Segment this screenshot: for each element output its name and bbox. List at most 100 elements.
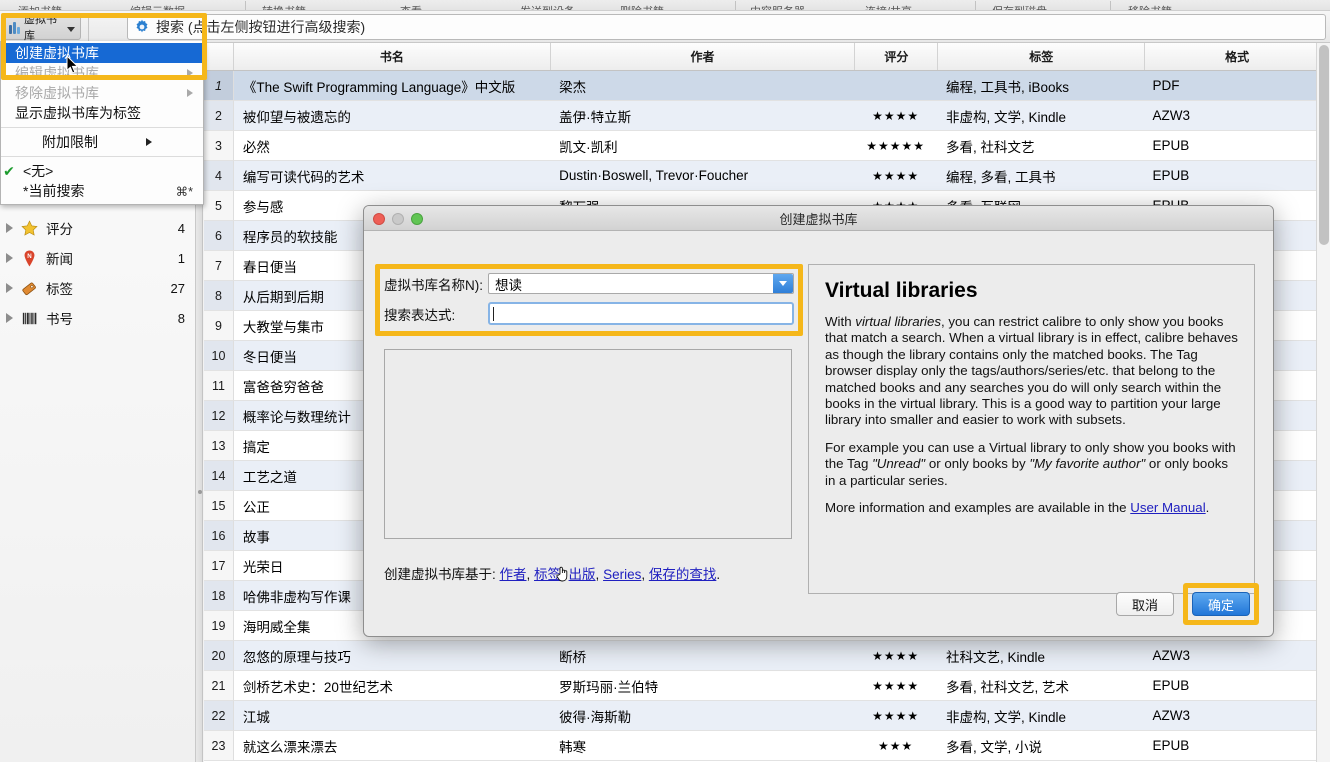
- column-header-title[interactable]: 书名: [234, 43, 551, 70]
- cell-format: EPUB: [1143, 671, 1328, 701]
- toolbar-button-1[interactable]: 编辑元数据: [130, 3, 185, 10]
- menu-item-additional-restriction[interactable]: 附加限制: [1, 132, 203, 152]
- table-row[interactable]: 2 被仰望与被遗忘的 盖伊·特立斯 ★★★★ 非虚构, 文学, Kindle AZW3: [204, 101, 1330, 131]
- search-input[interactable]: 搜索 (点击左侧按钮进行高级搜索): [127, 14, 1326, 40]
- news-pin-icon: N: [24, 250, 35, 266]
- vl-name-combobox[interactable]: 想读: [488, 273, 794, 294]
- column-header-index[interactable]: [204, 43, 234, 70]
- scrollbar-thumb[interactable]: [1319, 45, 1329, 245]
- row-index: 23: [204, 731, 234, 761]
- cell-author: 断桥: [550, 641, 855, 671]
- cell-rating: ★★★★: [854, 161, 938, 191]
- row-index: 8: [204, 281, 234, 311]
- menu-item-current-search[interactable]: *当前搜索 ⌘*: [1, 181, 203, 201]
- splitter-grip[interactable]: [198, 490, 202, 494]
- menu-item-show-vl-as-tabs[interactable]: 显示虚拟书库为标签: [1, 103, 203, 123]
- close-icon[interactable]: [373, 213, 385, 225]
- row-index: 16: [204, 521, 234, 551]
- main-toolbar-sliver: 添加书籍 编辑元数据 转换书籍 查看 发送到设备 删除书籍 内容服务器 连接/共…: [0, 0, 1330, 11]
- info-paragraph-1: With virtual libraries, you can restrict…: [825, 314, 1238, 428]
- sidebar-count-ratings: 4: [177, 220, 185, 236]
- search-expression-label: 搜索表达式:: [384, 307, 456, 323]
- cell-title: 剑桥艺术史：20世纪艺术: [233, 671, 551, 701]
- expand-arrow-icon[interactable]: [6, 223, 13, 233]
- column-header-author[interactable]: 作者: [551, 43, 856, 70]
- cell-rating: ★★★★★: [854, 131, 938, 161]
- menu-item-edit-vl[interactable]: 编辑虚拟书库: [1, 63, 203, 83]
- link-saved-searches[interactable]: 保存的查找: [649, 567, 717, 582]
- tag-icon: [22, 282, 36, 295]
- toolbar-button-9[interactable]: 移除书籍: [1128, 3, 1172, 10]
- cell-tags: 非虚构, 文学, Kindle: [937, 101, 1144, 131]
- user-manual-link[interactable]: User Manual: [1130, 500, 1205, 515]
- row-index: 9: [204, 311, 234, 341]
- zoom-icon[interactable]: [411, 213, 423, 225]
- minimize-icon[interactable]: [392, 213, 404, 225]
- table-row[interactable]: 3 必然 凯文·凯利 ★★★★★ 多看, 社科文艺 EPUB: [204, 131, 1330, 161]
- combobox-dropdown-icon[interactable]: [773, 274, 793, 293]
- link-publisher[interactable]: 出版: [569, 567, 596, 582]
- toolbar-button-7[interactable]: 连接/共享: [865, 3, 912, 10]
- toolbar-button-6[interactable]: 内容服务器: [750, 3, 805, 10]
- sidebar-label-identifiers: 书号: [46, 312, 73, 327]
- row-index: 3: [204, 131, 234, 161]
- info-heading: Virtual libraries: [825, 279, 978, 302]
- submenu-arrow-icon: [187, 89, 193, 97]
- virtual-library-button[interactable]: 虚拟书库: [3, 14, 81, 42]
- link-authors[interactable]: 作者: [500, 567, 527, 582]
- cell-tags: 多看, 文学, 小说: [937, 731, 1144, 761]
- sidebar-item-ratings[interactable]: 评分 4: [0, 213, 195, 243]
- column-header-format[interactable]: 格式: [1145, 43, 1330, 70]
- cell-format: AZW3: [1143, 701, 1328, 731]
- ok-button[interactable]: 确定: [1192, 592, 1250, 616]
- link-series[interactable]: Series: [603, 567, 641, 582]
- table-vertical-scrollbar[interactable]: [1316, 43, 1330, 762]
- cell-rating: ★★★★: [854, 701, 938, 731]
- cell-rating: ★★★★: [854, 641, 938, 671]
- cell-title: 必然: [233, 131, 551, 161]
- chevron-down-icon: [67, 27, 75, 32]
- search-suggestions-box[interactable]: [384, 349, 792, 539]
- table-row[interactable]: 23 就这么漂来漂去 韩寒 ★★★ 多看, 文学, 小说 EPUB: [204, 731, 1330, 761]
- cell-format: AZW3: [1143, 641, 1328, 671]
- submenu-arrow-icon: [187, 69, 193, 77]
- toolbar-button-8[interactable]: 保存到磁盘: [992, 3, 1047, 10]
- cell-format: AZW3: [1143, 101, 1328, 131]
- table-row[interactable]: 21 剑桥艺术史：20世纪艺术 罗斯玛丽·兰伯特 ★★★★ 多看, 社科文艺, 艺术 EP…: [204, 671, 1330, 701]
- cell-title: 江城: [233, 701, 551, 731]
- menu-item-none[interactable]: ✔ <无>: [1, 161, 203, 181]
- toolbar-button-5[interactable]: 删除书籍: [620, 3, 664, 10]
- sidebar-item-news[interactable]: N 新闻 1: [0, 243, 195, 273]
- menu-item-create-vl[interactable]: 创建虚拟书库: [1, 43, 203, 63]
- column-header-rating[interactable]: 评分: [855, 43, 939, 70]
- cell-format: EPUB: [1143, 161, 1328, 191]
- sidebar-item-identifiers[interactable]: 书号 8: [0, 303, 195, 333]
- toolbar-button-4[interactable]: 发送到设备: [520, 3, 575, 10]
- table-row[interactable]: 4 编写可读代码的艺术 Dustin·Boswell, Trevor·Foucher…: [204, 161, 1330, 191]
- cell-author: 韩寒: [550, 731, 855, 761]
- row-index: 4: [204, 161, 234, 191]
- cell-author: 凯文·凯利: [550, 131, 855, 161]
- checkmark-icon: ✔: [3, 162, 15, 179]
- expand-arrow-icon[interactable]: [6, 253, 13, 263]
- cell-author: 梁杰: [550, 71, 855, 101]
- row-index: 11: [204, 371, 234, 401]
- table-row[interactable]: 22 江城 彼得·海斯勒 ★★★★ 非虚构, 文学, Kindle AZW3: [204, 701, 1330, 731]
- table-row[interactable]: 20 忽悠的原理与技巧 断桥 ★★★★ 社科文艺, Kindle AZW3: [204, 641, 1330, 671]
- search-expression-input[interactable]: [488, 302, 794, 325]
- virtual-libraries-info-panel: Virtual libraries With virtual libraries…: [808, 264, 1255, 594]
- gear-icon[interactable]: [134, 19, 150, 35]
- toolbar-button-3[interactable]: 查看: [400, 3, 422, 10]
- toolbar-button-2[interactable]: 转换书籍: [262, 3, 306, 10]
- table-row[interactable]: 1 《The Swift Programming Language》中文版 梁杰 编程…: [204, 71, 1330, 101]
- column-header-tags[interactable]: 标签: [938, 43, 1146, 70]
- cell-tags: 多看, 社科文艺, 艺术: [937, 671, 1144, 701]
- toolbar-button-0[interactable]: 添加书籍: [18, 3, 62, 10]
- cell-title: 《The Swift Programming Language》中文版: [233, 71, 551, 101]
- expand-arrow-icon[interactable]: [6, 283, 13, 293]
- menu-item-remove-vl[interactable]: 移除虚拟书库: [1, 83, 203, 103]
- sidebar-item-tags[interactable]: 标签 27: [0, 273, 195, 303]
- expand-arrow-icon[interactable]: [6, 313, 13, 323]
- cancel-button[interactable]: 取消: [1116, 592, 1174, 616]
- row-index: 13: [204, 431, 234, 461]
